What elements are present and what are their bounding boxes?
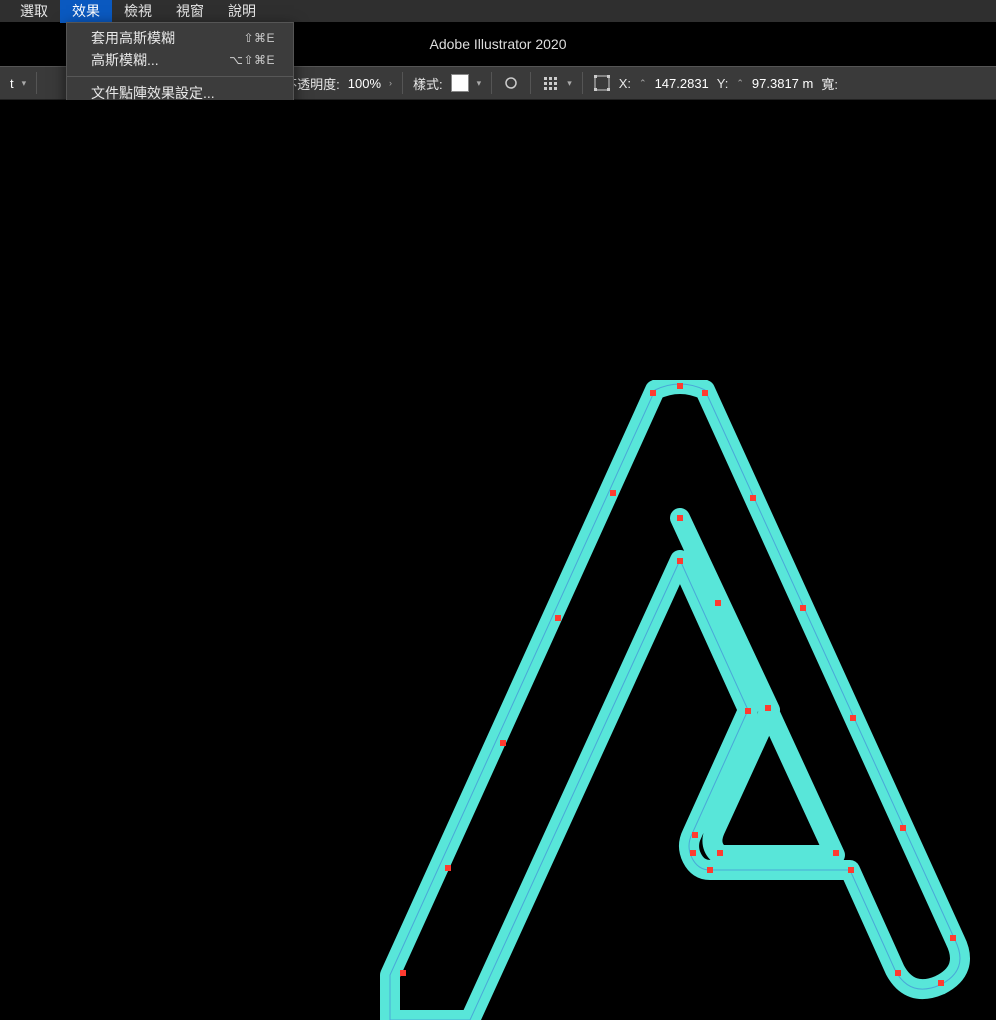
canvas[interactable] [0, 100, 996, 922]
style-swatch[interactable] [451, 74, 469, 92]
brush-icon[interactable] [500, 72, 522, 94]
menu-window[interactable]: 視窗 [164, 0, 216, 23]
menu-view[interactable]: 檢視 [112, 0, 164, 23]
align-panel-icon[interactable] [539, 72, 561, 94]
menu-apply-gaussian[interactable]: 套用高斯模糊 ⇧⌘E [67, 27, 293, 49]
chevron-down-icon[interactable]: ▾ [567, 78, 572, 89]
chevron-right-icon[interactable]: › [389, 78, 392, 88]
toolbar-suffix: t [10, 76, 14, 91]
separator [36, 72, 37, 94]
menu-item-label: 套用高斯模糊 [91, 28, 175, 48]
separator [491, 72, 492, 94]
w-label: 寬: [821, 74, 838, 93]
y-value[interactable]: 97.3817 m [752, 76, 813, 91]
stepper-icon[interactable]: ⌃ [736, 78, 744, 89]
y-label: Y: [717, 76, 729, 91]
stepper-icon[interactable]: ⌃ [639, 78, 647, 89]
menu-help[interactable]: 說明 [216, 0, 268, 23]
artwork-letter-a[interactable] [380, 380, 980, 1020]
menubar: 選取 效果 檢視 視窗 說明 [0, 0, 996, 22]
transform-panel-icon[interactable] [591, 72, 613, 94]
separator [402, 72, 403, 94]
menu-effect[interactable]: 效果 [60, 0, 112, 23]
chevron-down-icon[interactable]: ▾ [22, 78, 27, 89]
opacity-value[interactable]: 100% [348, 76, 381, 91]
menu-item-label: 高斯模糊... [91, 50, 159, 70]
chevron-down-icon[interactable]: ▾ [477, 78, 482, 89]
x-label: X: [619, 76, 631, 91]
shortcut: ⇧⌘E [243, 31, 275, 45]
x-value[interactable]: 147.2831 [655, 76, 709, 91]
separator [67, 76, 293, 77]
separator [582, 72, 583, 94]
style-label: 樣式: [413, 74, 443, 93]
separator [530, 72, 531, 94]
menu-gaussian-blur[interactable]: 高斯模糊... ⌥⇧⌘E [67, 49, 293, 71]
menu-select[interactable]: 選取 [8, 0, 60, 23]
shortcut: ⌥⇧⌘E [229, 53, 275, 67]
